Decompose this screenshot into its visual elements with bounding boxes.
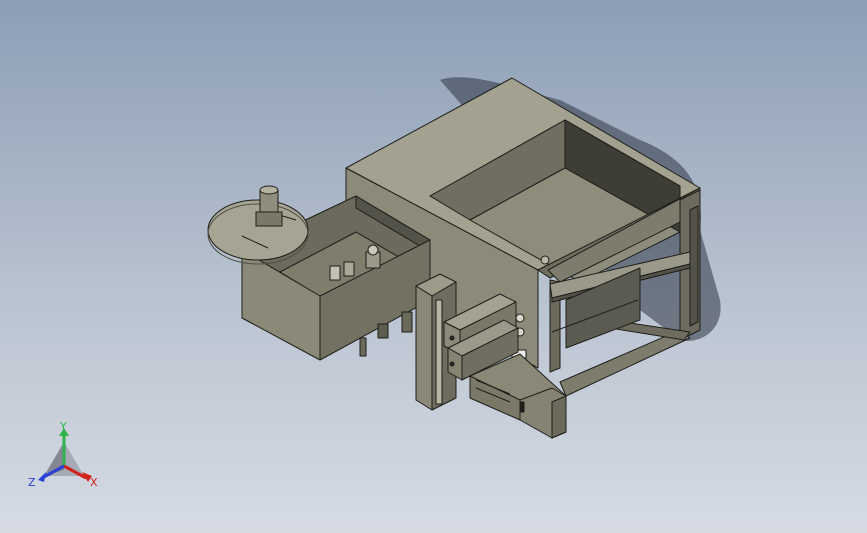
machine-assembly-model[interactable] — [0, 0, 867, 533]
axis-triad: Y X Z — [28, 420, 98, 489]
x-axis-label: X — [90, 476, 98, 489]
slide-module[interactable] — [415, 273, 567, 439]
cad-viewport[interactable]: Y X Z — [0, 0, 867, 533]
z-axis-arrow — [38, 472, 46, 482]
z-axis-label: Z — [28, 476, 36, 489]
y-axis-label: Y — [59, 420, 67, 433]
